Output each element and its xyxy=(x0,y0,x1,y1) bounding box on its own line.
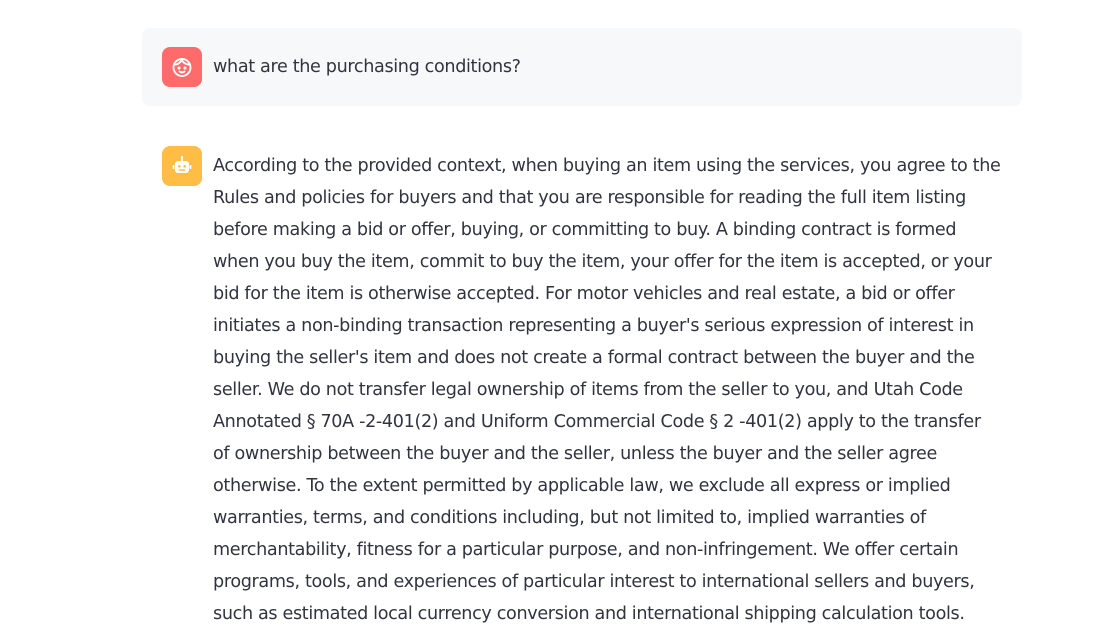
assistant-avatar xyxy=(162,146,202,186)
face-icon xyxy=(170,55,194,79)
user-avatar xyxy=(162,47,202,87)
user-message-text: what are the purchasing conditions? xyxy=(213,57,521,77)
assistant-message: According to the provided context, when … xyxy=(142,146,1022,630)
assistant-message-text: According to the provided context, when … xyxy=(213,156,1001,624)
robot-icon xyxy=(170,154,194,178)
chat-container: what are the purchasing conditions? Acco… xyxy=(142,28,1022,630)
user-message: what are the purchasing conditions? xyxy=(142,28,1022,106)
